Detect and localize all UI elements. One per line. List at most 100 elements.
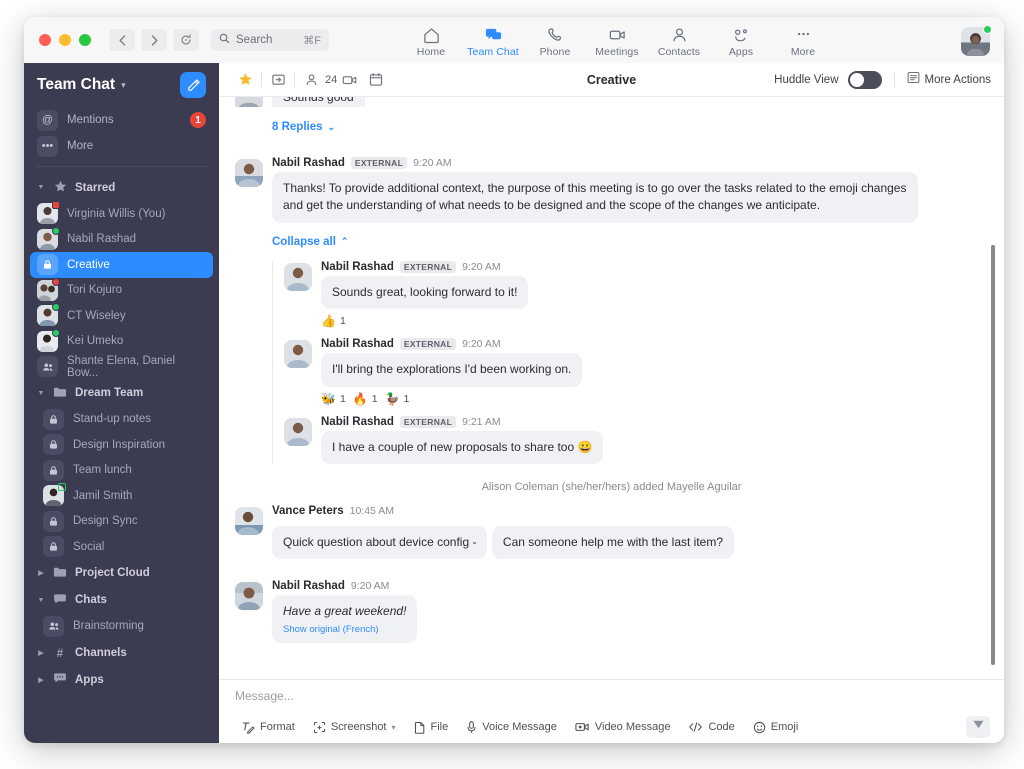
nav-meetings[interactable]: Meetings — [586, 21, 648, 58]
code-button[interactable]: Code — [679, 715, 743, 739]
microphone-icon — [466, 720, 477, 734]
message-time: 9:20 AM — [350, 580, 390, 593]
presence-online-indicator — [52, 303, 60, 312]
huddle-view-label: Huddle View — [774, 73, 839, 86]
replies-toggle-link[interactable]: 8 Replies ⌄ — [272, 121, 335, 133]
emoji-button[interactable]: Emoji — [744, 715, 808, 739]
show-original-link[interactable]: Show original (French) — [283, 623, 406, 637]
nav-more[interactable]: More — [772, 21, 834, 58]
reaction-pill[interactable]: 🐝 1 — [321, 393, 346, 405]
presence-online-indicator — [52, 226, 60, 235]
sidebar-item-label: Design Inspiration — [73, 438, 166, 451]
video-camera-icon[interactable] — [337, 69, 363, 91]
message-item: Nabil Rashad EXTERNAL 9:20 AM Thanks! To… — [235, 157, 988, 250]
sidebar-item-team-lunch[interactable]: Team lunch — [30, 458, 213, 484]
sidebar-item-jamil-smith[interactable]: Jamil Smith — [30, 483, 213, 509]
huddle-view-toggle[interactable] — [847, 70, 882, 89]
sidebar-item-virginia-willis[interactable]: Virginia Willis (You) — [30, 201, 213, 227]
send-button[interactable] — [966, 716, 990, 738]
forward-button[interactable] — [141, 29, 167, 51]
nav-contacts[interactable]: Contacts — [648, 21, 710, 58]
sidebar-item-group-chat[interactable]: Shante Elena, Daniel Bow... — [30, 354, 213, 380]
reaction-emoji: 🔥 — [352, 391, 368, 406]
nav-phone[interactable]: Phone — [524, 21, 586, 58]
sidebar-item-creative[interactable]: Creative — [30, 252, 213, 278]
nav-home[interactable]: Home — [400, 21, 462, 58]
avatar — [37, 201, 60, 225]
sidebar-item-design-sync[interactable]: Design Sync — [30, 509, 213, 535]
scrollbar-thumb[interactable] — [991, 245, 995, 665]
reaction-pill[interactable]: 🦆 1 — [385, 393, 410, 405]
sidebar-item-design-inspiration[interactable]: Design Inspiration — [30, 432, 213, 458]
chevron-down-icon[interactable]: ▾ — [121, 80, 126, 91]
share-folder-icon[interactable] — [265, 69, 291, 91]
sidebar-section-channels[interactable]: ▶ # Channels — [24, 639, 219, 666]
sidebar-section-apps[interactable]: ▶ Apps — [24, 666, 219, 693]
close-window-button[interactable] — [39, 34, 51, 46]
message-input[interactable]: Message... — [219, 680, 1004, 712]
collapse-all-link[interactable]: Collapse all ⌃ — [272, 236, 348, 248]
star-filled-icon[interactable] — [232, 69, 258, 91]
reaction-pill[interactable]: 🔥 1 — [353, 393, 378, 405]
back-button[interactable] — [109, 29, 135, 51]
reaction-count: 1 — [371, 392, 378, 405]
avatar — [37, 226, 60, 250]
search-input[interactable]: Search ⌘F — [211, 29, 329, 51]
minimize-window-button[interactable] — [59, 34, 71, 46]
format-button[interactable]: Format — [233, 715, 304, 739]
phone-icon — [546, 26, 565, 44]
sidebar-section-chats[interactable]: ▼ Chats — [24, 587, 219, 614]
sidebar-item-tori-kojuro[interactable]: Tori Kojuro — [30, 277, 213, 304]
message-scrollbar[interactable] — [991, 97, 1000, 679]
system-event-message: Alison Coleman (she/her/hers) added Maye… — [481, 480, 742, 493]
replies-count-label: 8 Replies — [272, 121, 323, 133]
search-icon — [219, 31, 230, 49]
sidebar-item-social[interactable]: Social — [30, 534, 213, 560]
message-list[interactable]: Sounds good 8 Replies ⌄ Nabil Rashad EXT… — [219, 97, 1004, 679]
message-meta: Vance Peters 10:45 AM — [272, 505, 988, 517]
screenshot-button[interactable]: Screenshot ▾ — [304, 715, 405, 739]
reaction-pill[interactable]: 👍 1 — [321, 315, 346, 327]
history-button[interactable] — [173, 29, 199, 51]
voice-message-button[interactable]: Voice Message — [457, 715, 566, 739]
compose-button[interactable] — [180, 72, 206, 98]
sidebar-section-starred[interactable]: ▼ Starred — [24, 174, 219, 201]
chevron-down-icon[interactable]: ▾ — [392, 723, 396, 732]
reaction-emoji: 🦆 — [384, 391, 400, 406]
file-label: File — [430, 721, 449, 733]
avatar — [284, 340, 312, 369]
sidebar-item-mentions[interactable]: @ Mentions 1 — [24, 107, 219, 133]
composer-toolbar: Format Screenshot ▾ File Voice Message V… — [219, 712, 1004, 742]
nav-apps[interactable]: Apps — [710, 21, 772, 58]
clipped-message: Sounds good — [235, 97, 988, 107]
sidebar-section-dream-team[interactable]: ▼ Dream Team — [24, 380, 219, 407]
ellipsis-icon: ••• — [37, 135, 58, 157]
chat-icon — [52, 593, 68, 608]
chevron-right-icon: ▶ — [38, 649, 44, 657]
message-item: Vance Peters 10:45 AM Quick question abo… — [235, 505, 988, 560]
file-button[interactable]: File — [405, 715, 458, 739]
nav-team-chat-label: Team Chat — [467, 46, 519, 58]
sidebar-item-label: Nabil Rashad — [67, 233, 137, 246]
calendar-icon[interactable] — [363, 69, 389, 91]
avatar — [235, 159, 263, 187]
divider — [893, 72, 895, 87]
maximize-window-button[interactable] — [79, 34, 91, 46]
video-message-button[interactable]: Video Message — [566, 715, 680, 739]
message-bubble: Sounds good — [272, 97, 365, 107]
sidebar-item-more[interactable]: ••• More — [24, 133, 219, 159]
message-author: Nabil Rashad — [272, 157, 345, 169]
sidebar-item-brainstorming[interactable]: Brainstorming — [30, 614, 213, 640]
desktop-background: Search ⌘F Home Team Chat Phone Meetings … — [0, 0, 1024, 769]
sidebar-item-nabil-rashad[interactable]: Nabil Rashad — [30, 226, 213, 253]
sidebar-item-ct-wiseley[interactable]: CT Wiseley — [30, 303, 213, 329]
more-actions-button[interactable]: More Actions — [907, 71, 991, 89]
sidebar-section-project-cloud[interactable]: ▶ Project Cloud — [24, 560, 219, 587]
video-message-icon — [575, 721, 590, 733]
sidebar-section-project-cloud-label: Project Cloud — [75, 567, 150, 579]
sidebar-item-stand-up-notes[interactable]: Stand-up notes — [30, 407, 213, 433]
nav-team-chat[interactable]: Team Chat — [462, 21, 524, 58]
sidebar-item-kei-umeko[interactable]: Kei Umeko — [30, 328, 213, 355]
member-count-button[interactable] — [298, 69, 324, 91]
lock-icon — [43, 408, 64, 430]
